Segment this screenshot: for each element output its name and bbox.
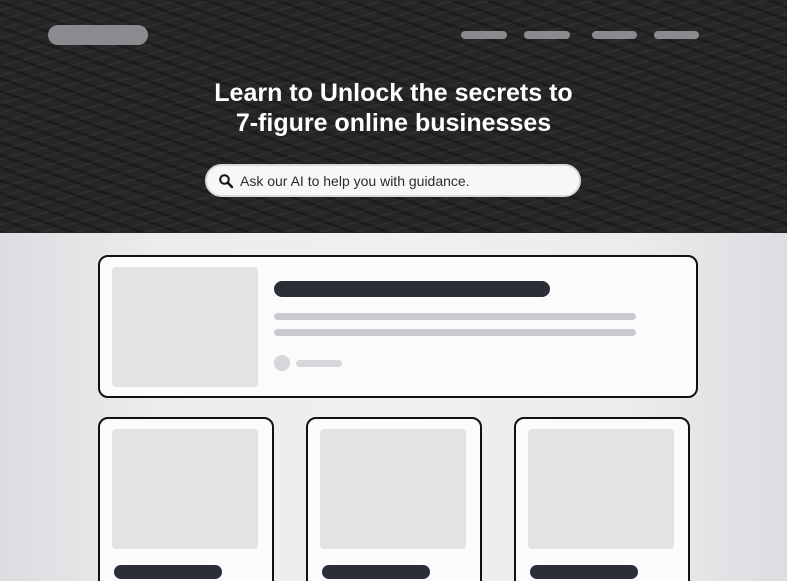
card-thumbnail-placeholder [320, 429, 466, 549]
card-thumbnail-placeholder [112, 267, 258, 387]
card-thumbnail-placeholder [528, 429, 674, 549]
logo-placeholder[interactable] [48, 25, 148, 45]
author-name-placeholder [296, 360, 342, 367]
avatar-placeholder [274, 355, 290, 371]
search-input[interactable] [240, 170, 570, 192]
card-title-placeholder [322, 565, 430, 579]
hero-headline-line-1: Learn to Unlock the secrets to [214, 79, 573, 107]
hero-banner: Learn to Unlock the secrets to 7-figure … [0, 0, 787, 233]
card-thumbnail-placeholder [112, 429, 258, 549]
nav-item-placeholder-3[interactable] [592, 31, 637, 39]
card-text-line-placeholder [274, 329, 636, 336]
card-title-placeholder [530, 565, 638, 579]
grid-card-skeleton-3[interactable] [514, 417, 690, 581]
card-text-line-placeholder [274, 313, 636, 320]
featured-card-skeleton[interactable] [98, 255, 698, 398]
nav-item-placeholder-4[interactable] [654, 31, 699, 39]
grid-card-skeleton-2[interactable] [306, 417, 482, 581]
nav-item-placeholder-2[interactable] [524, 31, 570, 39]
grid-card-skeleton-1[interactable] [98, 417, 274, 581]
search-icon [219, 174, 234, 189]
search-bar[interactable] [205, 164, 581, 197]
hero-headline: Learn to Unlock the secrets to 7-figure … [0, 78, 787, 138]
card-title-placeholder [114, 565, 222, 579]
hero-headline-line-2: 7-figure online businesses [235, 109, 552, 137]
nav-item-placeholder-1[interactable] [461, 31, 507, 39]
card-title-placeholder [274, 281, 550, 297]
